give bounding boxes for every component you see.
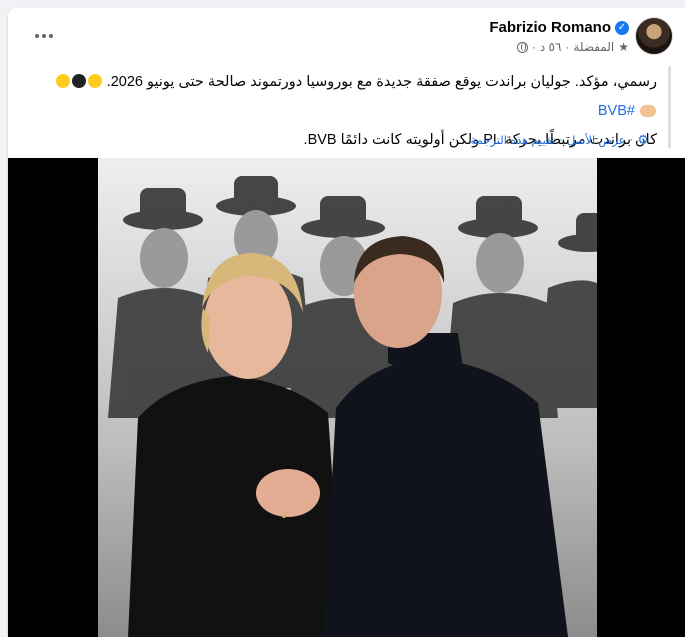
- more-options-button[interactable]: [28, 24, 60, 48]
- post-text-main: رسمي، مؤكد. جوليان براندت يوقع صفقة جديد…: [106, 74, 657, 90]
- translation-row: ⚙ · عرض الأصل · تقييم هذه الترجمة: [471, 132, 649, 148]
- post-text-line-1: رسمي، مؤكد. جوليان براندت يوقع صفقة جديد…: [37, 68, 657, 126]
- author-line: ✓ Fabrizio Romano: [489, 19, 629, 36]
- black-circle-emoji-icon: [71, 74, 86, 88]
- rate-translation-link[interactable]: تقييم هذه الترجمة: [471, 133, 556, 147]
- translation-dot: ·: [559, 134, 563, 146]
- meta-separator: ·: [565, 40, 570, 54]
- yellow-circle-emoji-icon: [87, 74, 102, 88]
- post-meta: ★ المفضلة · ٥٦ د ·: [516, 40, 629, 54]
- settings-gear-icon[interactable]: ⚙: [637, 132, 649, 148]
- meta-separator: ·: [531, 40, 536, 54]
- star-icon: ★: [618, 40, 629, 54]
- post-photo[interactable]: [8, 158, 685, 637]
- globe-icon: [516, 41, 528, 53]
- yellow-circle-emoji-icon: [55, 74, 70, 88]
- see-original-link[interactable]: عرض الأصل: [567, 133, 626, 147]
- author-avatar[interactable]: [635, 17, 673, 55]
- post-card: ✓ Fabrizio Romano ★ المفضلة · ٥٦ د · رسم…: [8, 8, 685, 637]
- author-name[interactable]: Fabrizio Romano: [489, 19, 611, 36]
- more-dot-icon: [42, 34, 46, 38]
- text-scrollbar[interactable]: [668, 66, 671, 148]
- more-dot-icon: [35, 34, 39, 38]
- verified-badge-icon: ✓: [615, 20, 629, 35]
- translation-dot: ·: [629, 134, 634, 146]
- photo-image: [98, 158, 597, 637]
- post-timestamp[interactable]: ٥٦ د: [540, 40, 562, 54]
- more-dot-icon: [49, 34, 53, 38]
- handshake-emoji-icon: [640, 105, 656, 117]
- hashtag-link[interactable]: #BVB: [598, 103, 635, 119]
- favorites-label: المفضلة: [573, 40, 615, 54]
